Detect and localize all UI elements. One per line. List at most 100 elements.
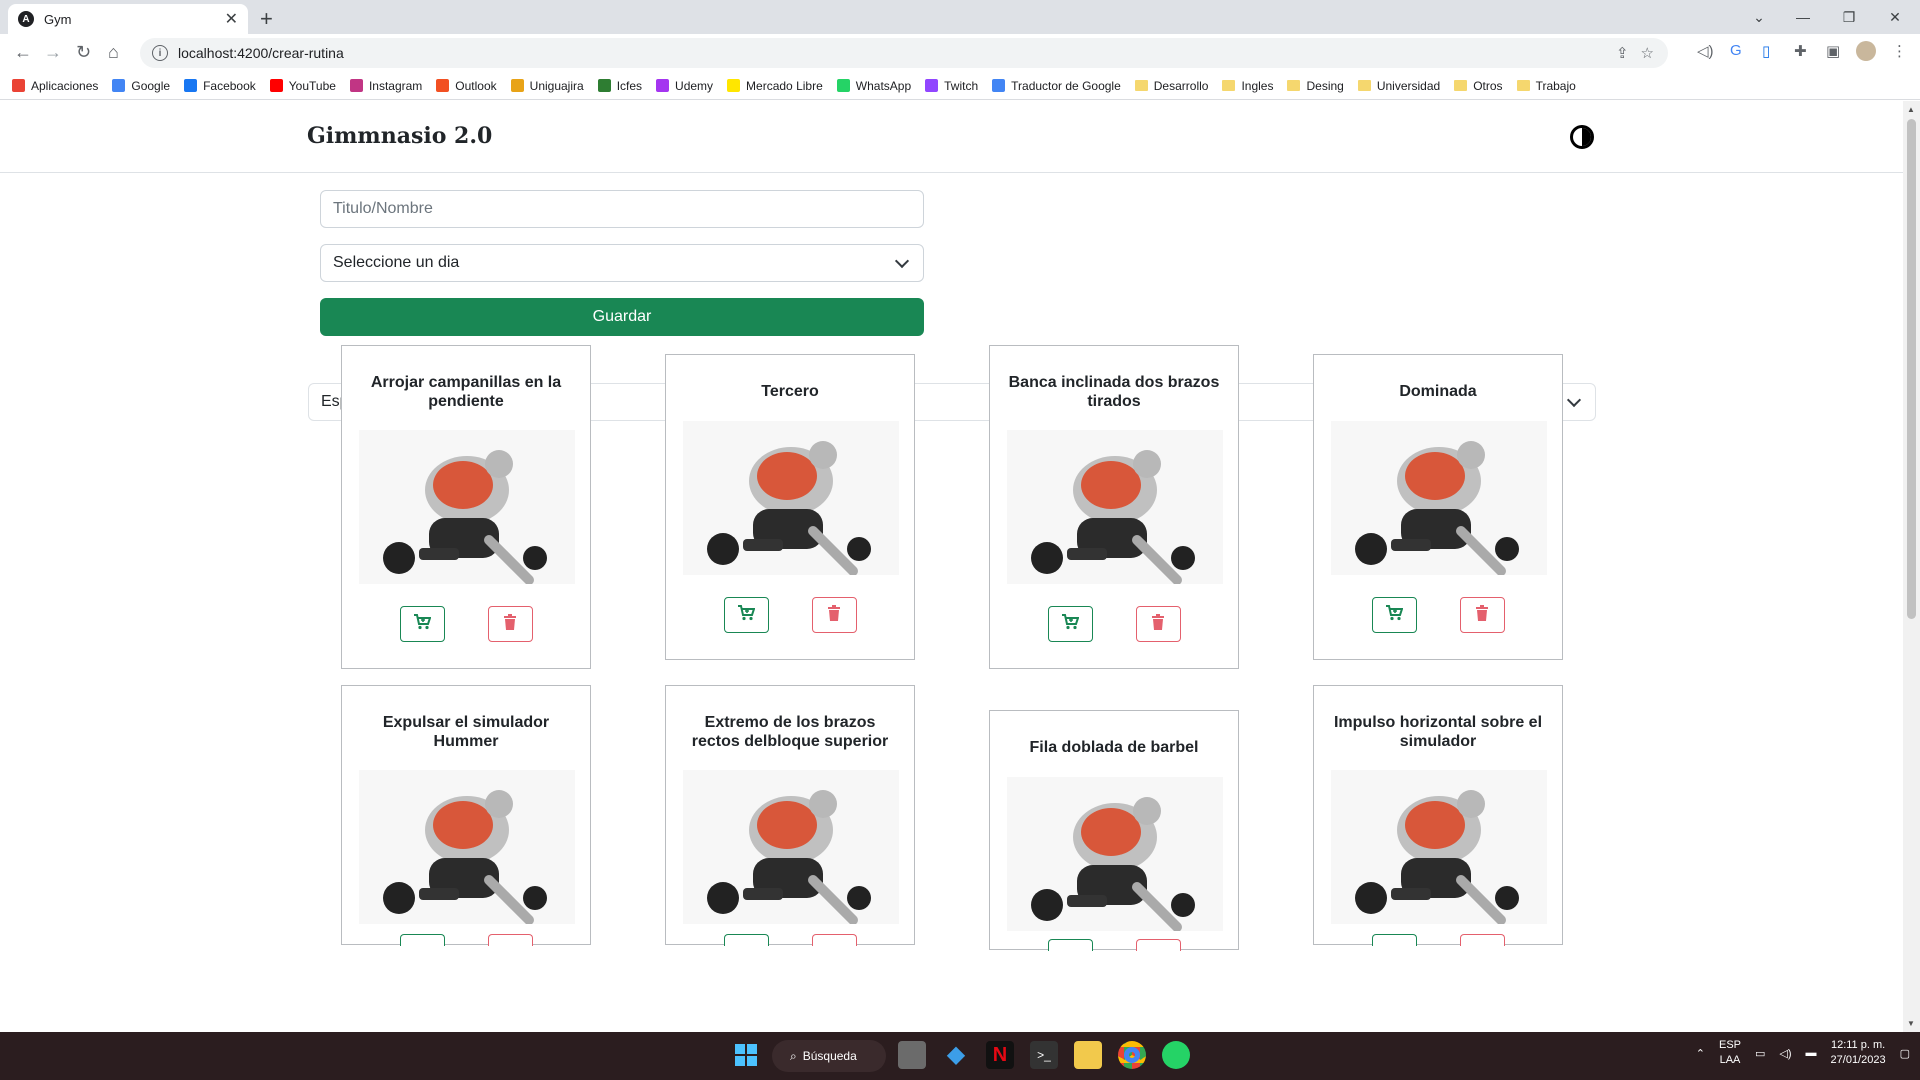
url-bar[interactable]: i localhost:4200/crear-rutina ⇪ ☆ xyxy=(140,38,1668,68)
browser-tab[interactable]: A Gym ✕ xyxy=(8,4,248,34)
extensions-icon[interactable]: ✚ xyxy=(1794,42,1807,60)
site-info-icon[interactable]: i xyxy=(152,45,168,61)
page-scrollbar[interactable]: ▲ ▼ xyxy=(1903,101,1920,1032)
menu-icon[interactable]: ⋮ xyxy=(1892,42,1907,60)
battery-icon[interactable]: ▬ xyxy=(1806,1047,1817,1059)
bookmark-label: Udemy xyxy=(675,78,714,93)
exercise-image xyxy=(683,421,899,575)
side-panel-icon[interactable]: ▣ xyxy=(1826,42,1840,60)
exercise-image xyxy=(359,430,575,584)
back-icon[interactable]: ← xyxy=(14,42,32,63)
bookmark-item[interactable]: Udemy xyxy=(656,79,713,93)
day-select[interactable]: Seleccione un dia xyxy=(320,244,924,282)
taskbar-search[interactable]: ⌕ Búsqueda xyxy=(772,1040,886,1072)
bookmark-item[interactable]: Icfes xyxy=(597,79,642,93)
bookmark-item[interactable]: Uniguajira xyxy=(510,78,584,93)
bookmark-folder[interactable]: Desarrollo xyxy=(1134,79,1208,93)
add-to-routine-button[interactable] xyxy=(399,934,445,946)
bookmark-favicon-icon xyxy=(992,79,1006,92)
bookmark-folder[interactable]: Desing xyxy=(1287,79,1344,93)
bookmark-folder[interactable]: Otros xyxy=(1454,79,1503,93)
bookmark-favicon-icon xyxy=(925,79,939,92)
scroll-up-icon[interactable]: ▲ xyxy=(1907,105,1915,114)
add-to-routine-button[interactable] xyxy=(1371,934,1417,946)
delete-button[interactable] xyxy=(487,606,533,642)
bookmark-label: WhatsApp xyxy=(855,78,912,93)
bookmark-label: Uniguajira xyxy=(529,78,584,93)
bookmark-folder[interactable]: Ingles xyxy=(1222,79,1273,93)
exercise-card: Impulso horizontal sobre el simulador xyxy=(1313,685,1563,946)
delete-button[interactable] xyxy=(487,934,533,946)
windows-start-icon[interactable] xyxy=(732,1041,760,1069)
bookmark-item[interactable]: Instagram xyxy=(349,79,422,93)
delete-button[interactable] xyxy=(1135,939,1181,951)
terminal-icon[interactable]: >_ xyxy=(1030,1041,1058,1069)
read-aloud-icon[interactable]: ◁) xyxy=(1697,42,1714,60)
home-icon[interactable]: ⌂ xyxy=(108,42,119,63)
save-button[interactable]: Guardar xyxy=(320,298,924,336)
folder-icon xyxy=(1357,80,1371,91)
bookmark-folder[interactable]: Universidad xyxy=(1357,79,1440,93)
language-indicator[interactable]: ESP LAA xyxy=(1719,1038,1741,1068)
add-to-routine-button[interactable] xyxy=(1047,939,1093,951)
bookmark-folder[interactable]: Trabajo xyxy=(1516,79,1576,93)
netflix-icon[interactable]: N xyxy=(986,1041,1014,1069)
whatsapp-icon[interactable] xyxy=(1162,1041,1190,1069)
delete-button[interactable] xyxy=(811,934,857,946)
delete-button[interactable] xyxy=(1459,597,1505,633)
forward-icon[interactable]: → xyxy=(44,42,62,63)
theme-toggle-icon[interactable] xyxy=(1570,125,1594,149)
card-actions xyxy=(342,606,590,642)
reload-icon[interactable]: ↻ xyxy=(76,42,91,63)
scroll-down-icon[interactable]: ▼ xyxy=(1907,1019,1915,1028)
bookmarks-bar: Aplicaciones Google Facebook YouTube Instagr… xyxy=(0,72,1920,100)
notification-icon[interactable]: ▢ xyxy=(1900,1047,1910,1060)
network-icon[interactable]: ▭ xyxy=(1755,1047,1765,1060)
tab-search-icon[interactable]: ⌄ xyxy=(1736,2,1782,32)
close-window-icon[interactable]: ✕ xyxy=(1872,2,1918,32)
bookmark-label: Outlook xyxy=(455,78,497,93)
bookmark-item[interactable]: Google xyxy=(112,79,170,93)
profile-avatar[interactable] xyxy=(1856,41,1876,61)
chevron-up-icon[interactable]: ⌃ xyxy=(1696,1047,1705,1060)
trash-icon xyxy=(1151,613,1165,635)
add-to-routine-button[interactable] xyxy=(723,597,769,633)
close-tab-icon[interactable]: ✕ xyxy=(225,9,238,29)
bookmark-item[interactable]: Facebook xyxy=(184,79,256,93)
bookmark-item[interactable]: Mercado Libre xyxy=(727,79,823,93)
restore-icon[interactable]: ❐ xyxy=(1826,2,1872,32)
add-to-routine-button[interactable] xyxy=(399,606,445,642)
extension-doc-icon[interactable]: ▯ xyxy=(1762,42,1770,60)
folder-icon xyxy=(1454,80,1468,91)
file-explorer-icon[interactable] xyxy=(1074,1041,1102,1069)
trash-icon xyxy=(827,604,841,626)
bookmark-item[interactable]: Twitch xyxy=(925,79,978,93)
new-tab-icon[interactable]: + xyxy=(260,6,273,32)
add-to-routine-button[interactable] xyxy=(1371,597,1417,633)
minimize-icon[interactable]: — xyxy=(1780,2,1826,32)
bookmark-star-icon[interactable]: ☆ xyxy=(1641,44,1654,62)
folder-label: Ingles xyxy=(1241,78,1274,93)
bookmark-item[interactable]: Traductor de Google xyxy=(992,79,1121,93)
add-to-routine-button[interactable] xyxy=(723,934,769,946)
exercise-card: Dominada xyxy=(1313,354,1563,660)
clock[interactable]: 12:11 p. m. 27/01/2023 xyxy=(1831,1038,1886,1068)
bookmark-item[interactable]: Outlook xyxy=(436,78,497,93)
translate-icon[interactable]: G xyxy=(1730,42,1742,59)
bookmark-item[interactable]: Aplicaciones xyxy=(12,79,98,93)
bookmark-item[interactable]: WhatsApp xyxy=(836,78,912,93)
delete-button[interactable] xyxy=(1135,606,1181,642)
exercise-image xyxy=(1331,421,1547,575)
title-input[interactable]: Titulo/Nombre xyxy=(320,190,924,228)
add-to-routine-button[interactable] xyxy=(1047,606,1093,642)
delete-button[interactable] xyxy=(811,597,857,633)
share-icon[interactable]: ⇪ xyxy=(1616,44,1629,62)
chrome-icon[interactable] xyxy=(1118,1041,1146,1069)
volume-icon[interactable]: ◁) xyxy=(1779,1047,1791,1060)
scrollbar-thumb[interactable] xyxy=(1907,119,1916,619)
delete-button[interactable] xyxy=(1459,934,1505,946)
bookmark-item[interactable]: YouTube xyxy=(269,79,336,93)
vscode-icon[interactable]: ◆ xyxy=(942,1041,970,1069)
brand-title[interactable]: Gimmnasio 2.0 xyxy=(307,123,492,149)
task-view-icon[interactable] xyxy=(898,1041,926,1069)
